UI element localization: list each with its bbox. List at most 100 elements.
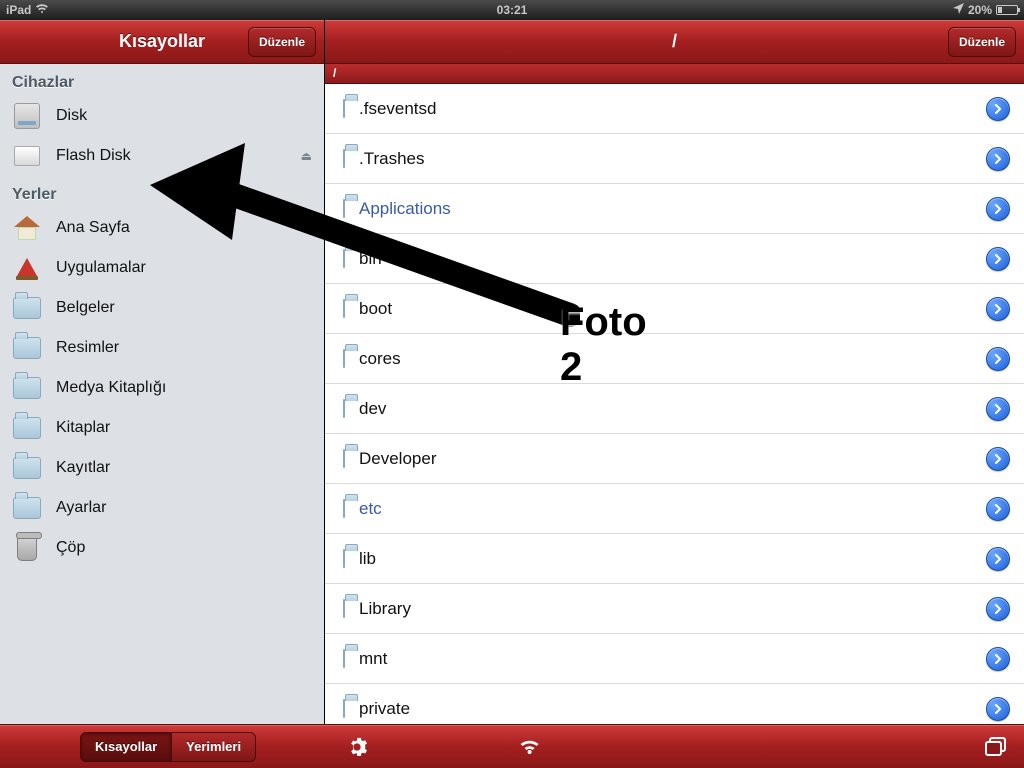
sidebar: Kısayollar Düzenle Cihazlar Disk Flash D… [0,20,325,768]
apps-icon [12,253,42,283]
disclosure-icon[interactable] [986,397,1010,421]
sidebar-item-disk[interactable]: Disk [0,96,324,136]
file-row[interactable]: lib [325,534,1024,584]
sidebar-item-label: Resimler [56,339,119,357]
sidebar-item-recordings[interactable]: Kayıtlar [0,448,324,488]
disclosure-icon[interactable] [986,647,1010,671]
segmented-control: Kısayollar Yerimleri [80,732,256,762]
sidebar-item-settings[interactable]: Ayarlar [0,488,324,528]
folder-icon [12,293,42,323]
sidebar-item-books[interactable]: Kitaplar [0,408,324,448]
folder-icon [343,200,345,218]
disclosure-icon[interactable] [986,347,1010,371]
folder-icon [12,373,42,403]
sidebar-item-label: Flash Disk [56,147,131,165]
file-row[interactable]: boot [325,284,1024,334]
tab-bookmarks[interactable]: Yerimleri [171,733,255,761]
sidebar-edit-button[interactable]: Düzenle [248,27,316,57]
disclosure-icon[interactable] [986,497,1010,521]
file-row[interactable]: bin [325,234,1024,284]
sidebar-item-label: Kayıtlar [56,459,110,477]
battery-percent: 20% [968,3,992,17]
file-row[interactable]: Applications [325,184,1024,234]
folder-icon [12,453,42,483]
file-row[interactable]: mnt [325,634,1024,684]
sidebar-item-label: Belgeler [56,299,115,317]
sidebar-item-label: Ana Sayfa [56,219,130,237]
file-name: Applications [359,199,451,219]
folder-icon [343,400,345,418]
file-name: dev [359,399,386,419]
main-title: / [672,31,677,52]
file-name: bin [359,249,382,269]
file-name: .Trashes [359,149,425,169]
disclosure-icon[interactable] [986,147,1010,171]
main-edit-button[interactable]: Düzenle [948,27,1016,57]
path-bar[interactable]: / [325,64,1024,84]
sidebar-item-pictures[interactable]: Resimler [0,328,324,368]
file-name: .fseventsd [359,99,437,119]
folder-icon [343,150,345,168]
file-row[interactable]: dev [325,384,1024,434]
sidebar-item-label: Disk [56,107,87,125]
folder-icon [343,700,345,718]
file-row[interactable]: Library [325,584,1024,634]
battery-icon [996,5,1018,15]
windows-icon[interactable] [974,725,1018,768]
disclosure-icon[interactable] [986,447,1010,471]
home-icon [12,213,42,243]
sidebar-item-label: Kitaplar [56,419,110,437]
folder-icon [343,100,345,118]
sidebar-item-documents[interactable]: Belgeler [0,288,324,328]
flash-disk-icon [12,141,42,171]
disclosure-icon[interactable] [986,697,1010,721]
file-name: mnt [359,649,387,669]
section-places: Yerler [0,176,324,208]
file-name: boot [359,299,392,319]
sidebar-item-trash[interactable]: Çöp [0,528,324,568]
tab-shortcuts[interactable]: Kısayollar [81,733,171,761]
main-pane: / Düzenle / .fseventsd .Trashes Applicatio… [325,20,1024,768]
file-row[interactable]: .fseventsd [325,84,1024,134]
folder-icon [12,413,42,443]
eject-icon[interactable]: ⏏ [301,149,312,163]
folder-icon [12,333,42,363]
sidebar-item-home[interactable]: Ana Sayfa [0,208,324,248]
sidebar-item-apps[interactable]: Uygulamalar [0,248,324,288]
disclosure-icon[interactable] [986,197,1010,221]
folder-icon [343,550,345,568]
device-label: iPad [6,3,31,17]
file-row[interactable]: cores [325,334,1024,384]
file-row[interactable]: .Trashes [325,134,1024,184]
folder-icon [343,350,345,368]
disclosure-icon[interactable] [986,597,1010,621]
sidebar-item-media[interactable]: Medya Kitaplığı [0,368,324,408]
disclosure-icon[interactable] [986,297,1010,321]
sidebar-title: Kısayollar [119,31,205,52]
file-list[interactable]: .fseventsd .Trashes Applications bin boot cor… [325,84,1024,768]
folder-icon [343,250,345,268]
section-devices: Cihazlar [0,64,324,96]
folder-icon [343,450,345,468]
settings-gear-icon[interactable] [335,725,379,768]
disclosure-icon[interactable] [986,97,1010,121]
file-row[interactable]: etc [325,484,1024,534]
sidebar-navbar: Kısayollar Düzenle [0,20,324,64]
main-navbar: / Düzenle [325,20,1024,64]
status-bar: iPad 03:21 20% [0,0,1024,20]
file-name: private [359,699,410,719]
folder-icon [12,493,42,523]
file-name: cores [359,349,401,369]
file-name: etc [359,499,382,519]
disclosure-icon[interactable] [986,547,1010,571]
sidebar-item-flash-disk[interactable]: Flash Disk ⏏ [0,136,324,176]
trash-icon [12,533,42,563]
wifi-icon [35,3,49,17]
file-name: lib [359,549,376,569]
wifi-toolbar-icon[interactable] [508,725,552,768]
file-row[interactable]: Developer [325,434,1024,484]
bottom-toolbar: Kısayollar Yerimleri [0,724,1024,768]
disclosure-icon[interactable] [986,247,1010,271]
folder-icon [343,600,345,618]
sidebar-item-label: Ayarlar [56,499,106,517]
